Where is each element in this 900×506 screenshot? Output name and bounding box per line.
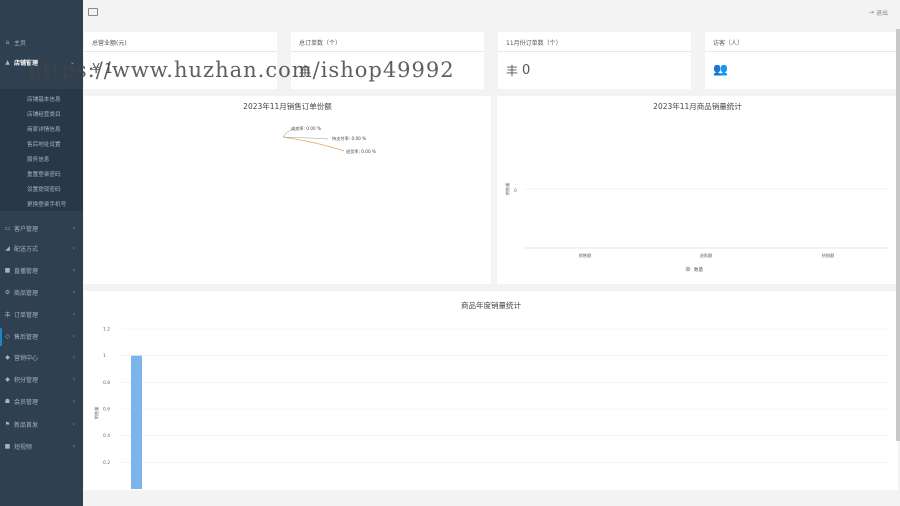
sidebar-item-0[interactable]: ⌂ 主页 <box>0 33 83 51</box>
submenu-item[interactable]: 售后地址设置 <box>27 140 61 148</box>
legend-label[interactable]: 数量 <box>694 266 703 273</box>
submenu-item[interactable]: 店铺基本信息 <box>27 95 61 103</box>
submenu-item[interactable]: 设置提现密码 <box>27 185 61 193</box>
camera-icon: ■ <box>4 442 11 450</box>
order-icon: 丰 <box>4 311 11 319</box>
stat-card-visitors: 访客（人） 👥 <box>705 32 898 89</box>
gear-icon: ⚙ <box>4 288 11 296</box>
sidebar-item-label: 商品管理 <box>14 289 39 297</box>
sidebar-item-2[interactable]: ▭ 客户管理 ‹ <box>0 219 83 237</box>
sidebar-item-12[interactable]: ■ 短视频 ‹ <box>0 437 83 455</box>
yearly-chart-panel: 商品年度销量统计 1.2 1 0.8 0.6 0.4 0.2 销售量 <box>84 291 898 490</box>
sidebar-item-7[interactable]: ◇ 售后管理 ‹ <box>0 327 83 345</box>
submenu-item[interactable]: 店铺经营类目 <box>27 110 61 118</box>
chevron-icon: ‹ <box>72 442 75 450</box>
points-icon: ◆ <box>5 375 10 383</box>
legend-swatch <box>685 266 691 272</box>
chevron-icon: ‹ <box>72 244 75 252</box>
sidebar-item-3[interactable]: ◢ 配送方式 ‹ <box>0 239 83 257</box>
y-tick-label: 0.4 <box>103 433 110 439</box>
chevron-icon: ‹ <box>72 375 75 383</box>
y-axis-label: 销售量 <box>504 183 511 196</box>
sidebar-item-10[interactable]: ☗ 会员管理 ‹ <box>0 392 83 410</box>
pie-label: 退货率: 0.00 % <box>346 148 376 155</box>
bar-chart-panel: 2023年11月商品销量统计 0 销售量 销售额 退款额 热销额 数量 <box>497 96 898 284</box>
store-icon: ▲ <box>5 58 10 66</box>
logout-icon: ⇥ <box>868 9 874 16</box>
sidebar-item-label: 会员管理 <box>14 398 39 406</box>
members-icon: ☗ <box>4 397 11 405</box>
sidebar-item-label: 新品首发 <box>14 421 39 429</box>
monitor-icon[interactable] <box>88 8 98 16</box>
submenu-item[interactable]: 重置登录密码 <box>27 170 61 178</box>
y-tick-label: 0.6 <box>103 407 110 413</box>
logout-label: 退出 <box>875 10 888 17</box>
sidebar-item-11[interactable]: ⚑ 新品首发 ‹ <box>0 415 83 433</box>
y-tick-label: 0.8 <box>103 380 110 386</box>
sidebar-item-label: 客户管理 <box>14 225 39 233</box>
x-tick-label: 热销额 <box>822 252 835 259</box>
y-tick-label: 1 <box>103 353 106 359</box>
top-bar: ⇥ 退出 <box>83 0 900 29</box>
truck-icon: ◢ <box>5 244 10 252</box>
sidebar-item-label: 售后管理 <box>14 333 39 341</box>
stat-title: 11月份订单数（个） <box>506 40 562 47</box>
submenu-item[interactable]: 服务信息 <box>27 155 49 163</box>
sidebar-item-label: 积分管理 <box>14 376 39 384</box>
pie-chart-panel: 2023年11月销售订单份额 成交率: 0.00 % 待支付率: 0.00 % … <box>84 96 491 284</box>
stat-title: 总订单数（个） <box>299 40 342 47</box>
pie-label: 待支付率: 0.00 % <box>332 135 366 142</box>
active-marker <box>0 328 2 346</box>
sidebar-item-4[interactable]: ■ 直播管理 ‹ <box>0 261 83 279</box>
y-tick-label: 0.2 <box>103 460 110 466</box>
chevron-icon: ‹ <box>72 353 75 361</box>
chevron-icon: ‹ <box>72 288 75 296</box>
video-icon: ■ <box>4 266 11 274</box>
sidebar-item-label: 主页 <box>14 39 27 47</box>
chevron-icon: ‹ <box>72 310 75 318</box>
sidebar-item-label: 营销中心 <box>14 354 39 362</box>
watermark-text: https://www.huzhan.com/ishop49992 <box>28 58 455 82</box>
sidebar-item-label: 配送方式 <box>14 245 39 253</box>
y-tick-label: 0 <box>514 188 517 193</box>
chevron-icon: ‹ <box>72 397 75 405</box>
sidebar-item-label: 订单管理 <box>14 311 39 319</box>
bar-chart-svg: 0 销售量 销售额 退款额 热销额 数量 <box>504 183 889 273</box>
home-icon: ⌂ <box>5 38 10 46</box>
logout-button[interactable]: ⇥ 退出 <box>869 8 888 17</box>
submenu-item[interactable]: 商家详情信息 <box>27 125 61 133</box>
sidebar-item-5[interactable]: ⚙ 商品管理 ‹ <box>0 283 83 301</box>
chevron-icon: ‹ <box>72 224 75 232</box>
chevron-icon: ‹ <box>72 332 75 340</box>
sidebar-item-6[interactable]: 丰订单管理 ‹ <box>0 305 83 323</box>
flag-icon: ⚑ <box>4 420 11 428</box>
aftersale-icon: ◇ <box>5 332 10 340</box>
chevron-icon: ‹ <box>72 266 75 274</box>
x-tick-label: 退款额 <box>700 252 713 259</box>
stat-card-month-orders: 11月份订单数（个） 丰0 <box>498 32 691 89</box>
card-icon: ▭ <box>4 224 11 232</box>
y-axis-label: 销售量 <box>93 407 100 420</box>
scrollbar[interactable] <box>896 29 900 441</box>
marketing-icon: ◆ <box>5 353 10 361</box>
x-tick-label: 销售额 <box>579 252 592 259</box>
pie-label: 成交率: 0.00 % <box>291 125 321 132</box>
stat-title: 总营业额(元) <box>92 40 127 47</box>
sidebar-item-9[interactable]: ◆ 积分管理 ‹ <box>0 370 83 388</box>
pie-chart-svg: 成交率: 0.00 % 待支付率: 0.00 % 退货率: 0.00 % <box>282 125 376 155</box>
sidebar-item-label: 直播管理 <box>14 267 39 275</box>
users-icon: 👥 <box>713 62 728 76</box>
chevron-icon: ‹ <box>72 420 75 428</box>
stat-title: 访客（人） <box>713 40 744 47</box>
submenu-item[interactable]: 更换登录手机号 <box>27 200 66 208</box>
stat-value: 0 <box>522 63 531 78</box>
sidebar-item-label: 短视频 <box>14 443 33 451</box>
bar[interactable] <box>131 355 142 489</box>
order-icon: 丰 <box>506 64 519 78</box>
sidebar-item-8[interactable]: ◆ 营销中心 ‹ <box>0 348 83 366</box>
y-tick-label: 1.2 <box>103 327 110 333</box>
yearly-chart-svg: 1.2 1 0.8 0.6 0.4 0.2 销售量 <box>93 327 890 489</box>
